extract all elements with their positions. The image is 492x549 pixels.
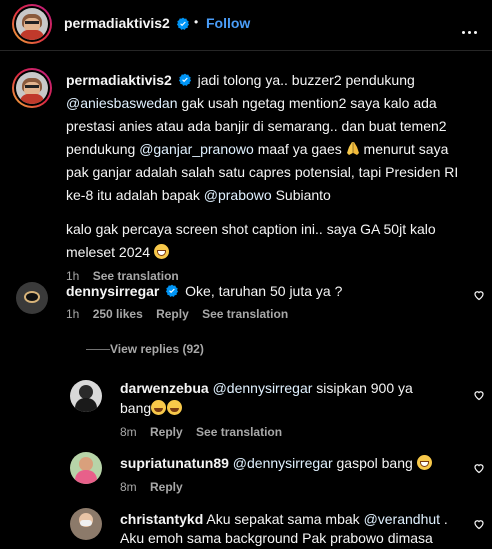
comment-time: 1h (66, 307, 80, 321)
laughing-emoji-icon (151, 400, 167, 415)
comment-username[interactable]: dennysirregar (66, 283, 159, 299)
comment-text: Oke, taruhan 50 juta ya ? (185, 283, 343, 299)
post-author-avatar[interactable] (12, 4, 52, 44)
comment-likes[interactable]: 250 likes (93, 307, 143, 321)
reply-mention[interactable]: @dennysirregar (233, 455, 333, 471)
verified-icon (176, 17, 190, 30)
reply-meta: 8m Reply (120, 480, 183, 494)
reply-username[interactable]: darwenzebua (120, 380, 209, 396)
reply-avatar[interactable] (70, 452, 102, 484)
view-replies-line (86, 349, 110, 350)
reply-body-line-2: Aku emoh sama background Pak prabowo dim… (120, 530, 433, 546)
reply-reply-button[interactable]: Reply (150, 425, 183, 439)
verified-icon (178, 73, 191, 86)
heart-icon[interactable] (473, 518, 485, 530)
follow-button[interactable]: Follow (206, 15, 250, 31)
view-replies-button[interactable]: View replies (92) (110, 342, 204, 356)
comment-body: dennysirregar Oke, taruhan 50 juta ya ? (66, 280, 342, 302)
mention-ganjar-pranowo[interactable]: @ganjar_pranowo (139, 141, 254, 157)
caption-line-4: pendukung @ganjar_pranowo maaf ya gaes m… (66, 141, 449, 157)
caption-line-7: kalo gak percaya screen shot caption ini… (66, 221, 436, 237)
more-options-icon[interactable] (460, 21, 478, 39)
post-author-username[interactable]: permadiaktivis2 (64, 15, 170, 31)
commenter-avatar[interactable] (16, 282, 48, 314)
verified-icon (166, 284, 179, 297)
caption-line-6: ke-8 itu adalah bapak @prabowo Subianto (66, 187, 331, 203)
reply-body: supriatunatun89 @dennysirregar gaspol ba… (120, 452, 432, 474)
reply-reply-button[interactable]: Reply (150, 480, 183, 494)
reply-username[interactable]: christantykd (120, 511, 203, 527)
comment-see-translation[interactable]: See translation (202, 307, 288, 321)
caption-author-avatar[interactable] (12, 68, 52, 108)
comment-meta: 1h 250 likes Reply See translation (66, 307, 288, 321)
caption-line-5: pak ganjar adalah salah satu capres pote… (66, 164, 459, 180)
comment-reply-button[interactable]: Reply (156, 307, 189, 321)
reply-meta: 8m Reply See translation (120, 425, 282, 439)
grin-emoji-icon (153, 244, 169, 259)
header-divider (0, 50, 492, 51)
caption-line-3: prestasi anies atau ada banjir di semara… (66, 118, 447, 134)
laughing-emoji-icon (167, 400, 183, 415)
heart-icon[interactable] (473, 462, 485, 474)
reply-see-translation[interactable]: See translation (196, 425, 282, 439)
mention-aniesbaswedan[interactable]: @aniesbaswedan (66, 95, 178, 111)
grin-emoji-icon (416, 455, 432, 470)
reply-body: darwenzebua @dennysirregar sisipkan 900 … (120, 380, 413, 396)
header-separator: • (194, 15, 199, 29)
reply-mention[interactable]: @verandhut (364, 511, 440, 527)
reply-body-line-2: bang (120, 397, 183, 419)
caption-line-1: permadiaktivis2 jadi tolong ya.. buzzer2… (66, 72, 415, 88)
heart-icon[interactable] (473, 289, 485, 301)
reply-time: 8m (120, 425, 137, 439)
reply-time: 8m (120, 480, 137, 494)
heart-icon[interactable] (473, 389, 485, 401)
mention-prabowo[interactable]: @prabowo (204, 187, 272, 203)
reply-username[interactable]: supriatunatun89 (120, 455, 229, 471)
reply-mention[interactable]: @dennysirregar (213, 380, 313, 396)
caption-username[interactable]: permadiaktivis2 (66, 72, 172, 88)
reply-avatar[interactable] (70, 380, 102, 412)
caption-line-8: meleset 2024 (66, 241, 169, 263)
caption-line-2: @aniesbaswedan gak usah ngetag mention2 … (66, 95, 437, 111)
pray-emoji-icon (346, 142, 359, 155)
reply-avatar[interactable] (70, 508, 102, 540)
